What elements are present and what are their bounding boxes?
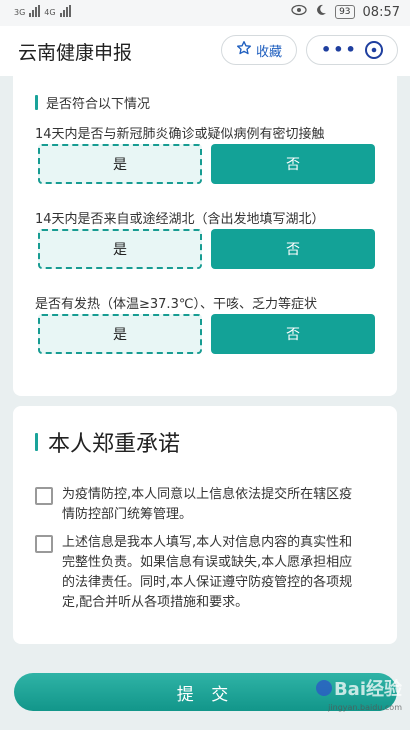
app-header: 云南健康申报 收藏 ••• (0, 26, 410, 76)
conditions-heading-text: 是否符合以下情况 (46, 97, 151, 112)
moon-icon (315, 4, 327, 20)
watermark: Bai经验 jingyan.baidu.com (315, 675, 402, 712)
page-title: 云南健康申报 (18, 42, 133, 64)
close-icon[interactable] (363, 39, 385, 65)
pledge-1-text: 为疫情防控,本人同意以上信息依法提交所在辖区疫情防控部门统筹管理。 (62, 487, 353, 522)
paw-icon (315, 680, 332, 696)
question-1-no-button[interactable]: 否 (211, 144, 375, 184)
signal-bars-icon (59, 5, 71, 17)
watermark-logo-text: Bai经验 (333, 679, 402, 700)
heading-accent (35, 433, 38, 451)
status-bar: 3G 4G 93 08:57 (0, 0, 410, 26)
question-2-yes-button[interactable]: 是 (38, 229, 202, 269)
star-icon (236, 40, 252, 60)
watermark-url: jingyan.baidu.com (328, 703, 402, 712)
pledge-item-2: 上述信息是我本人填写,本人对信息内容的真实性和完整性负责。如果信息有误或缺失,本… (35, 533, 362, 613)
heading-accent (35, 95, 38, 110)
favorite-button[interactable]: 收藏 (221, 35, 297, 65)
conditions-card: 是否符合以下情况 14天内是否与新冠肺炎确诊或疑似病例有密切接触 是 否 14天… (13, 76, 397, 396)
question-3-no-button[interactable]: 否 (211, 314, 375, 354)
clock: 08:57 (362, 4, 400, 20)
signal-bars-icon (29, 5, 41, 17)
pledge-item-1: 为疫情防控,本人同意以上信息依法提交所在辖区疫情防控部门统筹管理。 (35, 485, 362, 525)
signal-label-1: 3G (14, 8, 26, 17)
baidu-jingyan-logo: Bai经验 (315, 675, 402, 701)
signal-label-2: 4G (44, 8, 56, 17)
pledge-heading-text: 本人郑重承诺 (48, 432, 181, 457)
battery-indicator: 93 (335, 5, 355, 19)
pledge-heading: 本人郑重承诺 (35, 426, 180, 458)
pledge-2-checkbox[interactable] (35, 535, 53, 553)
more-icon[interactable]: ••• (321, 40, 358, 59)
question-3-text: 是否有发热（体温≥37.3℃）、干咳、乏力等症状 (35, 297, 317, 312)
question-2-no-button[interactable]: 否 (211, 229, 375, 269)
eye-icon (291, 4, 307, 20)
signal-indicators: 3G 4G (14, 5, 71, 17)
question-1-text: 14天内是否与新冠肺炎确诊或疑似病例有密切接触 (35, 127, 325, 142)
miniapp-capsule: ••• (306, 35, 398, 65)
pledge-card: 本人郑重承诺 为疫情防控,本人同意以上信息依法提交所在辖区疫情防控部门统筹管理。… (13, 406, 397, 644)
conditions-heading: 是否符合以下情况 (35, 93, 150, 112)
favorite-label: 收藏 (255, 44, 282, 60)
pledge-1-checkbox[interactable] (35, 487, 53, 505)
question-1-yes-button[interactable]: 是 (38, 144, 202, 184)
question-3-yes-button[interactable]: 是 (38, 314, 202, 354)
question-2-text: 14天内是否来自或途经湖北（含出发地填写湖北） (35, 212, 325, 227)
pledge-2-text: 上述信息是我本人填写,本人对信息内容的真实性和完整性负责。如果信息有误或缺失,本… (62, 535, 353, 610)
